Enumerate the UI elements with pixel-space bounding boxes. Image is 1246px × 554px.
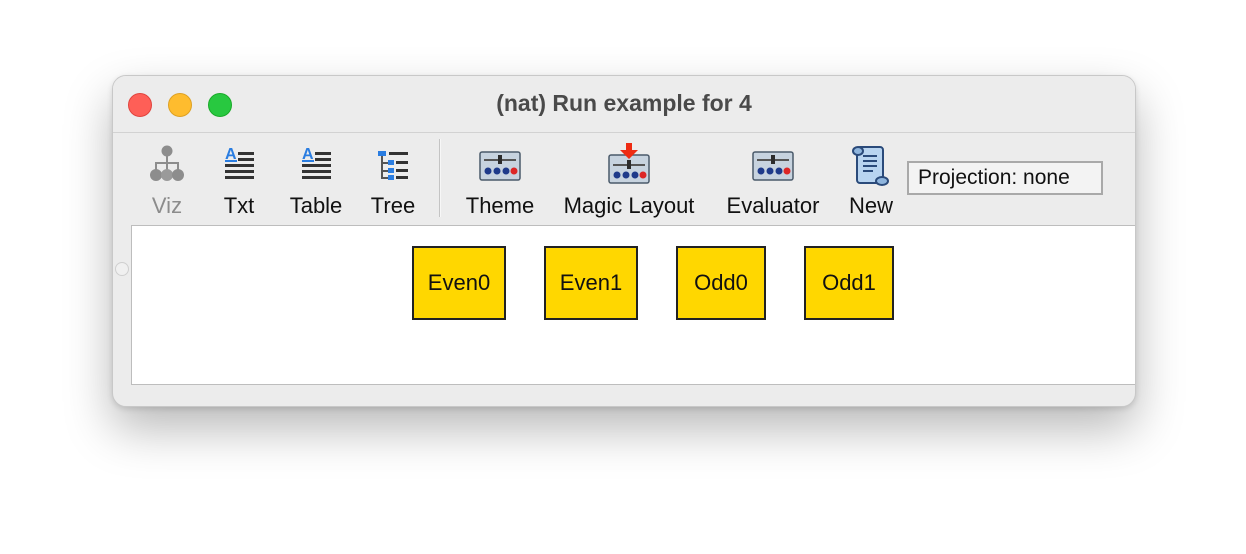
toolbar: Viz A Txt A Table Tree Theme Magic Layou…: [113, 133, 1135, 225]
node-odd1[interactable]: Odd1: [804, 246, 894, 320]
window-title: (nat) Run example for 4: [496, 90, 752, 116]
graph-tree-icon: [150, 145, 184, 181]
theme-label: Theme: [465, 193, 535, 218]
tree-list-icon: [378, 151, 408, 180]
graph-canvas[interactable]: Even0 Even1 Odd0 Odd1: [131, 225, 1135, 385]
theme-button[interactable]: Theme: [459, 139, 541, 223]
viz-button[interactable]: Viz: [139, 139, 195, 223]
txt-button[interactable]: A Txt: [213, 139, 265, 223]
tree-button[interactable]: Tree: [363, 139, 423, 223]
txt-label: Txt: [223, 193, 255, 218]
sliders-panel-icon: [479, 151, 521, 181]
evaluator-label: Evaluator: [726, 193, 820, 218]
table-button[interactable]: A Table: [281, 139, 351, 223]
text-lines-icon: A: [225, 146, 254, 179]
projection-button[interactable]: Projection: none: [907, 161, 1103, 195]
tree-label: Tree: [370, 193, 416, 218]
title-bar: (nat) Run example for 4: [113, 76, 1135, 133]
new-label: New: [848, 193, 893, 218]
node-even1[interactable]: Even1: [544, 246, 638, 320]
table-lines-icon: A: [302, 146, 331, 179]
sliders-panel-arrow-icon: [608, 143, 650, 184]
viz-label: Viz: [151, 193, 183, 218]
app-window: (nat) Run example for 4 Viz A Txt A Tabl…: [112, 75, 1136, 407]
magic-layout-button[interactable]: Magic Layout: [557, 139, 701, 223]
node-odd0[interactable]: Odd0: [676, 246, 766, 320]
scroll-document-icon: [852, 146, 889, 186]
evaluator-button[interactable]: Evaluator: [719, 139, 827, 223]
table-label: Table: [289, 193, 343, 218]
split-pane-handle[interactable]: [115, 262, 129, 276]
node-even0[interactable]: Even0: [412, 246, 506, 320]
new-button[interactable]: New: [843, 139, 899, 223]
toolbar-separator: [439, 139, 441, 217]
sliders-panel-icon: [752, 151, 794, 181]
magic-layout-label: Magic Layout: [563, 193, 695, 218]
